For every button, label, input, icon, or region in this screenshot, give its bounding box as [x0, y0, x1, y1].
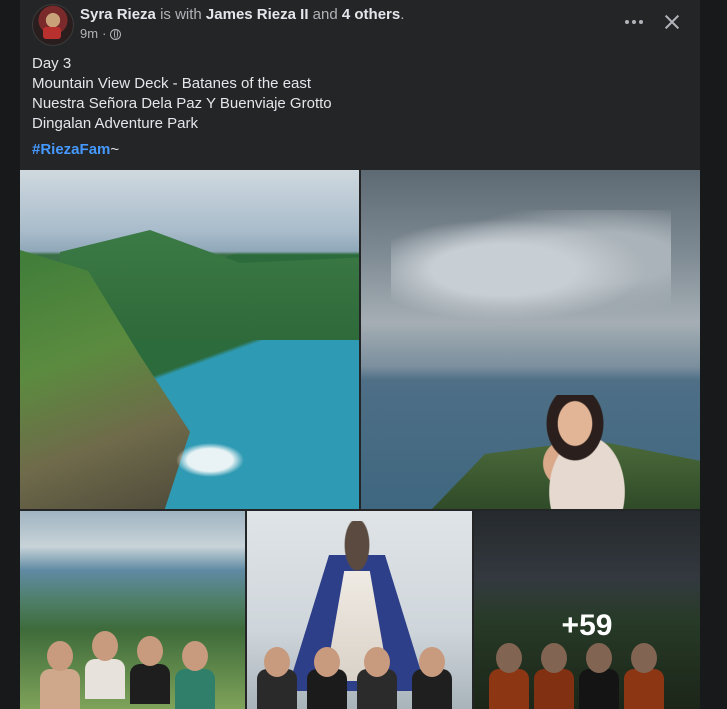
person-body	[85, 659, 125, 699]
page-scrollbar[interactable]	[715, 0, 727, 709]
close-icon[interactable]	[656, 6, 688, 38]
photo-woman-cloudy-sky[interactable]	[361, 170, 700, 509]
person-body	[40, 669, 80, 709]
caption-line: Nuestra Señora Dela Paz Y Buenviaje Grot…	[32, 95, 332, 112]
post-card: Syra Rieza is with James Rieza II and 4 …	[20, 0, 700, 709]
caption-line: Dingalan Adventure Park	[32, 115, 198, 132]
hashtag-link[interactable]: #RiezaFam	[32, 141, 110, 158]
hashtag-suffix: ~	[110, 141, 120, 158]
author-avatar[interactable]	[32, 4, 74, 46]
more-options-button[interactable]	[618, 8, 650, 36]
person-head	[314, 647, 340, 677]
more-photos-count: +59	[561, 609, 613, 642]
post-author-line: Syra Rieza is with James Rieza II and 4 …	[80, 6, 404, 24]
person-head	[264, 647, 290, 677]
period-text: .	[400, 6, 405, 23]
meta-separator: ·	[102, 26, 107, 41]
post-meta: 9m ·	[80, 26, 122, 42]
person-body	[130, 664, 170, 704]
person-head	[47, 641, 73, 671]
more-dot	[632, 20, 636, 24]
hashtag-line: #RiezaFam~	[32, 140, 119, 160]
globe-icon	[110, 28, 122, 40]
photo-surf	[170, 440, 250, 480]
photo-coastline[interactable]	[20, 170, 359, 509]
and-text: and	[312, 6, 338, 23]
post-timestamp[interactable]: 9m	[80, 26, 98, 42]
person-head	[419, 647, 445, 677]
post-caption: Day 3 Mountain View Deck - Batanes of th…	[32, 54, 332, 134]
person-head	[182, 641, 208, 671]
person-body	[175, 669, 215, 709]
person-head	[364, 647, 390, 677]
more-photos-overlay[interactable]: +59	[474, 511, 700, 709]
author-name-link[interactable]: Syra Rieza	[80, 6, 156, 23]
person-head	[137, 636, 163, 666]
more-dot	[639, 20, 643, 24]
photo-people	[247, 634, 472, 709]
others-link[interactable]: 4 others	[342, 6, 400, 23]
photo-clouds	[391, 210, 671, 330]
photo-grotto-statue[interactable]	[247, 511, 472, 709]
caption-line: Mountain View Deck - Batanes of the east	[32, 75, 312, 92]
caption-line: Day 3	[32, 55, 72, 72]
more-horizontal-icon	[625, 20, 629, 24]
with-text: is with	[160, 6, 202, 23]
photo-group-mountain[interactable]	[20, 511, 245, 709]
photo-person	[521, 395, 641, 509]
person-head	[92, 631, 118, 661]
tagged-user-link[interactable]: James Rieza II	[206, 6, 309, 23]
post-header: Syra Rieza is with James Rieza II and 4 …	[20, 0, 700, 50]
photo-people	[20, 631, 245, 709]
